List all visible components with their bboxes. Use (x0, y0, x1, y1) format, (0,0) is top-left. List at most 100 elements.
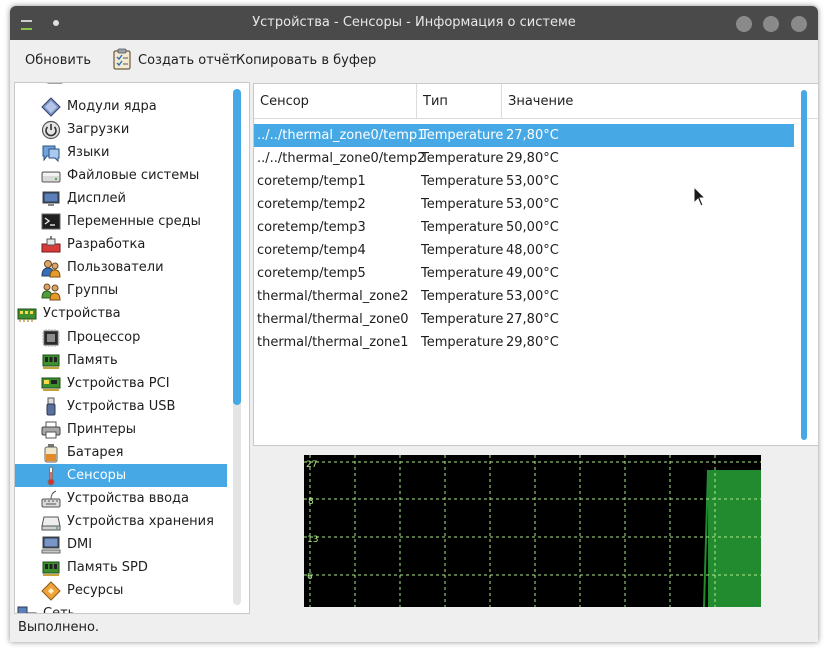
sidebar-item-label: Ресурсы (67, 583, 124, 598)
sidebar-item-network[interactable]: Сеть (17, 602, 75, 613)
sidebar-item-printers[interactable]: Принтеры (41, 418, 136, 441)
table-row[interactable]: thermal/thermal_zone2 Temperature 53,00°… (254, 285, 794, 308)
sensor-cell: thermal/thermal_zone1 (257, 335, 409, 350)
toolbar: Обновить Создать отчёт Копировать в буфе… (10, 40, 818, 80)
close-button[interactable] (791, 16, 807, 32)
table-row[interactable]: ../../thermal_zone0/temp2 Temperature 29… (254, 147, 794, 170)
column-separator[interactable] (501, 84, 502, 118)
type-cell: Temperature (421, 312, 504, 327)
column-header-type[interactable]: Тип (423, 94, 448, 109)
table-row[interactable]: ../../thermal_zone0/temp1 Temperature 27… (254, 124, 794, 147)
sidebar-item-label: Языки (67, 145, 110, 160)
sidebar-item-label: Память (67, 353, 118, 368)
sidebar-item-environment[interactable]: Переменные среды (41, 210, 201, 233)
sensor-cell: coretemp/temp1 (257, 174, 366, 189)
value-cell: 53,00°C (506, 289, 559, 304)
storage-icon (41, 516, 61, 530)
sidebar-item-memory[interactable]: Память (41, 349, 118, 372)
sidebar-item-pci[interactable]: Устройства PCI (41, 372, 170, 395)
sidebar-item-usb[interactable]: Устройства USB (41, 395, 175, 418)
printer-icon (41, 421, 61, 438)
table-row[interactable]: coretemp/temp3 Temperature 50,00°C (254, 216, 794, 239)
value-cell: 49,00°C (506, 266, 559, 281)
table-row[interactable]: thermal/thermal_zone0 Temperature 27,80°… (254, 308, 794, 331)
sidebar-item-filesystems[interactable]: Файловые системы (41, 164, 199, 187)
table-row[interactable]: coretemp/temp4 Temperature 48,00°C (254, 239, 794, 262)
type-cell: Temperature (421, 243, 504, 258)
graph-label: 8 (308, 497, 314, 507)
sidebar-item-storage[interactable]: Устройства хранения (41, 510, 214, 533)
sidebar-item-label: DMI (67, 537, 93, 552)
development-icon (41, 235, 61, 252)
sidebar-item-resources[interactable]: Ресурсы (41, 579, 123, 602)
sidebar-item-label: Батарея (67, 445, 124, 460)
sensor-cell: coretemp/temp5 (257, 266, 366, 281)
value-cell: 53,00°C (506, 174, 559, 189)
sidebar-item-boot[interactable]: Загрузки (41, 118, 129, 141)
table-row[interactable]: coretemp/temp1 Temperature 53,00°C (254, 170, 794, 193)
sidebar-item-devices[interactable]: Устройства (17, 302, 121, 325)
sidebar-item-label: Переменные среды (67, 214, 201, 229)
title-bar: Устройства - Сенсоры - Информация о сист… (10, 6, 818, 40)
sidebar-item-spd[interactable]: Память SPD (41, 556, 148, 579)
minimize-button[interactable] (736, 16, 752, 32)
sidebar-item-users[interactable]: Пользователи (41, 256, 164, 279)
spd-icon (42, 561, 60, 576)
sidebar-item-input-devices[interactable]: Устройства ввода (41, 487, 189, 510)
sidebar-item-processor[interactable]: Процессор (41, 326, 140, 349)
sidebar-item-label: Файловые системы (67, 168, 200, 183)
display-icon (42, 191, 60, 206)
type-cell: Temperature (421, 220, 504, 235)
graph-fill-area (708, 470, 761, 607)
app-window: Устройства - Сенсоры - Информация о сист… (10, 6, 818, 642)
type-cell: Temperature (421, 335, 504, 350)
sidebar-item-display[interactable]: Дисплей (41, 187, 126, 210)
sensor-cell: ../../thermal_zone0/temp2 (257, 151, 426, 166)
input-devices-icon (41, 490, 61, 507)
refresh-button[interactable]: Обновить (25, 53, 91, 68)
table-row[interactable]: coretemp/temp2 Temperature 53,00°C (254, 193, 794, 216)
sidebar-item-languages[interactable]: Языки (41, 141, 110, 164)
column-header-sensor[interactable]: Сенсор (260, 94, 309, 109)
sidebar-item-label: Принтеры (67, 422, 137, 437)
table-row[interactable]: thermal/thermal_zone1 Temperature 29,80°… (254, 331, 794, 354)
column-separator[interactable] (416, 84, 417, 118)
sidebar-item-battery[interactable]: Батарея (41, 441, 124, 464)
sensors-table[interactable]: Сенсор Тип Значение ../../thermal_zone0/… (253, 83, 818, 446)
type-cell: Temperature (421, 266, 504, 281)
pci-icon (41, 377, 61, 391)
sidebar-tree[interactable]: Модули ядра Загрузки Языки Файловые сист… (14, 82, 250, 614)
sidebar-scrollbar[interactable] (233, 89, 241, 605)
copy-to-clipboard-button[interactable]: Копировать в буфер (236, 53, 376, 68)
sidebar-item-kernel-modules[interactable]: Модули ядра (41, 95, 157, 118)
sensor-cell: coretemp/temp2 (257, 197, 366, 212)
sidebar-item-dmi[interactable]: DMI (41, 533, 92, 556)
sensor-graph: 27 8 13 6 (304, 455, 761, 607)
sidebar-scrollbar-thumb[interactable] (233, 89, 241, 405)
status-bar: Выполнено. (10, 616, 818, 642)
type-cell: Temperature (421, 289, 504, 304)
status-text: Выполнено. (18, 620, 100, 635)
create-report-button[interactable]: Создать отчёт (138, 53, 237, 68)
sidebar-item-label: Пользователи (67, 260, 164, 275)
column-header-value[interactable]: Значение (508, 94, 573, 109)
type-cell: Temperature (421, 174, 504, 189)
sidebar-item-sensors[interactable]: Сенсоры (15, 464, 227, 487)
partial-item-icon (47, 83, 63, 84)
sidebar-item-label: Память SPD (67, 560, 148, 575)
table-scrollbar[interactable] (801, 90, 807, 440)
report-clipboard-icon[interactable] (113, 48, 131, 70)
thermometer-icon (47, 466, 55, 485)
memory-icon (42, 354, 60, 369)
maximize-button[interactable] (763, 16, 779, 32)
groups-icon (41, 283, 61, 300)
sidebar-item-development[interactable]: Разработка (41, 233, 145, 256)
value-cell: 53,00°C (506, 197, 559, 212)
sidebar-item-label: Группы (67, 283, 119, 298)
value-cell: 27,80°C (506, 312, 559, 327)
sensor-graph-canvas: 27 8 13 6 (304, 455, 761, 607)
table-row[interactable]: coretemp/temp5 Temperature 49,00°C (254, 262, 794, 285)
value-cell: 29,80°C (506, 151, 559, 166)
cpu-icon (42, 328, 60, 347)
sidebar-item-groups[interactable]: Группы (41, 279, 118, 302)
